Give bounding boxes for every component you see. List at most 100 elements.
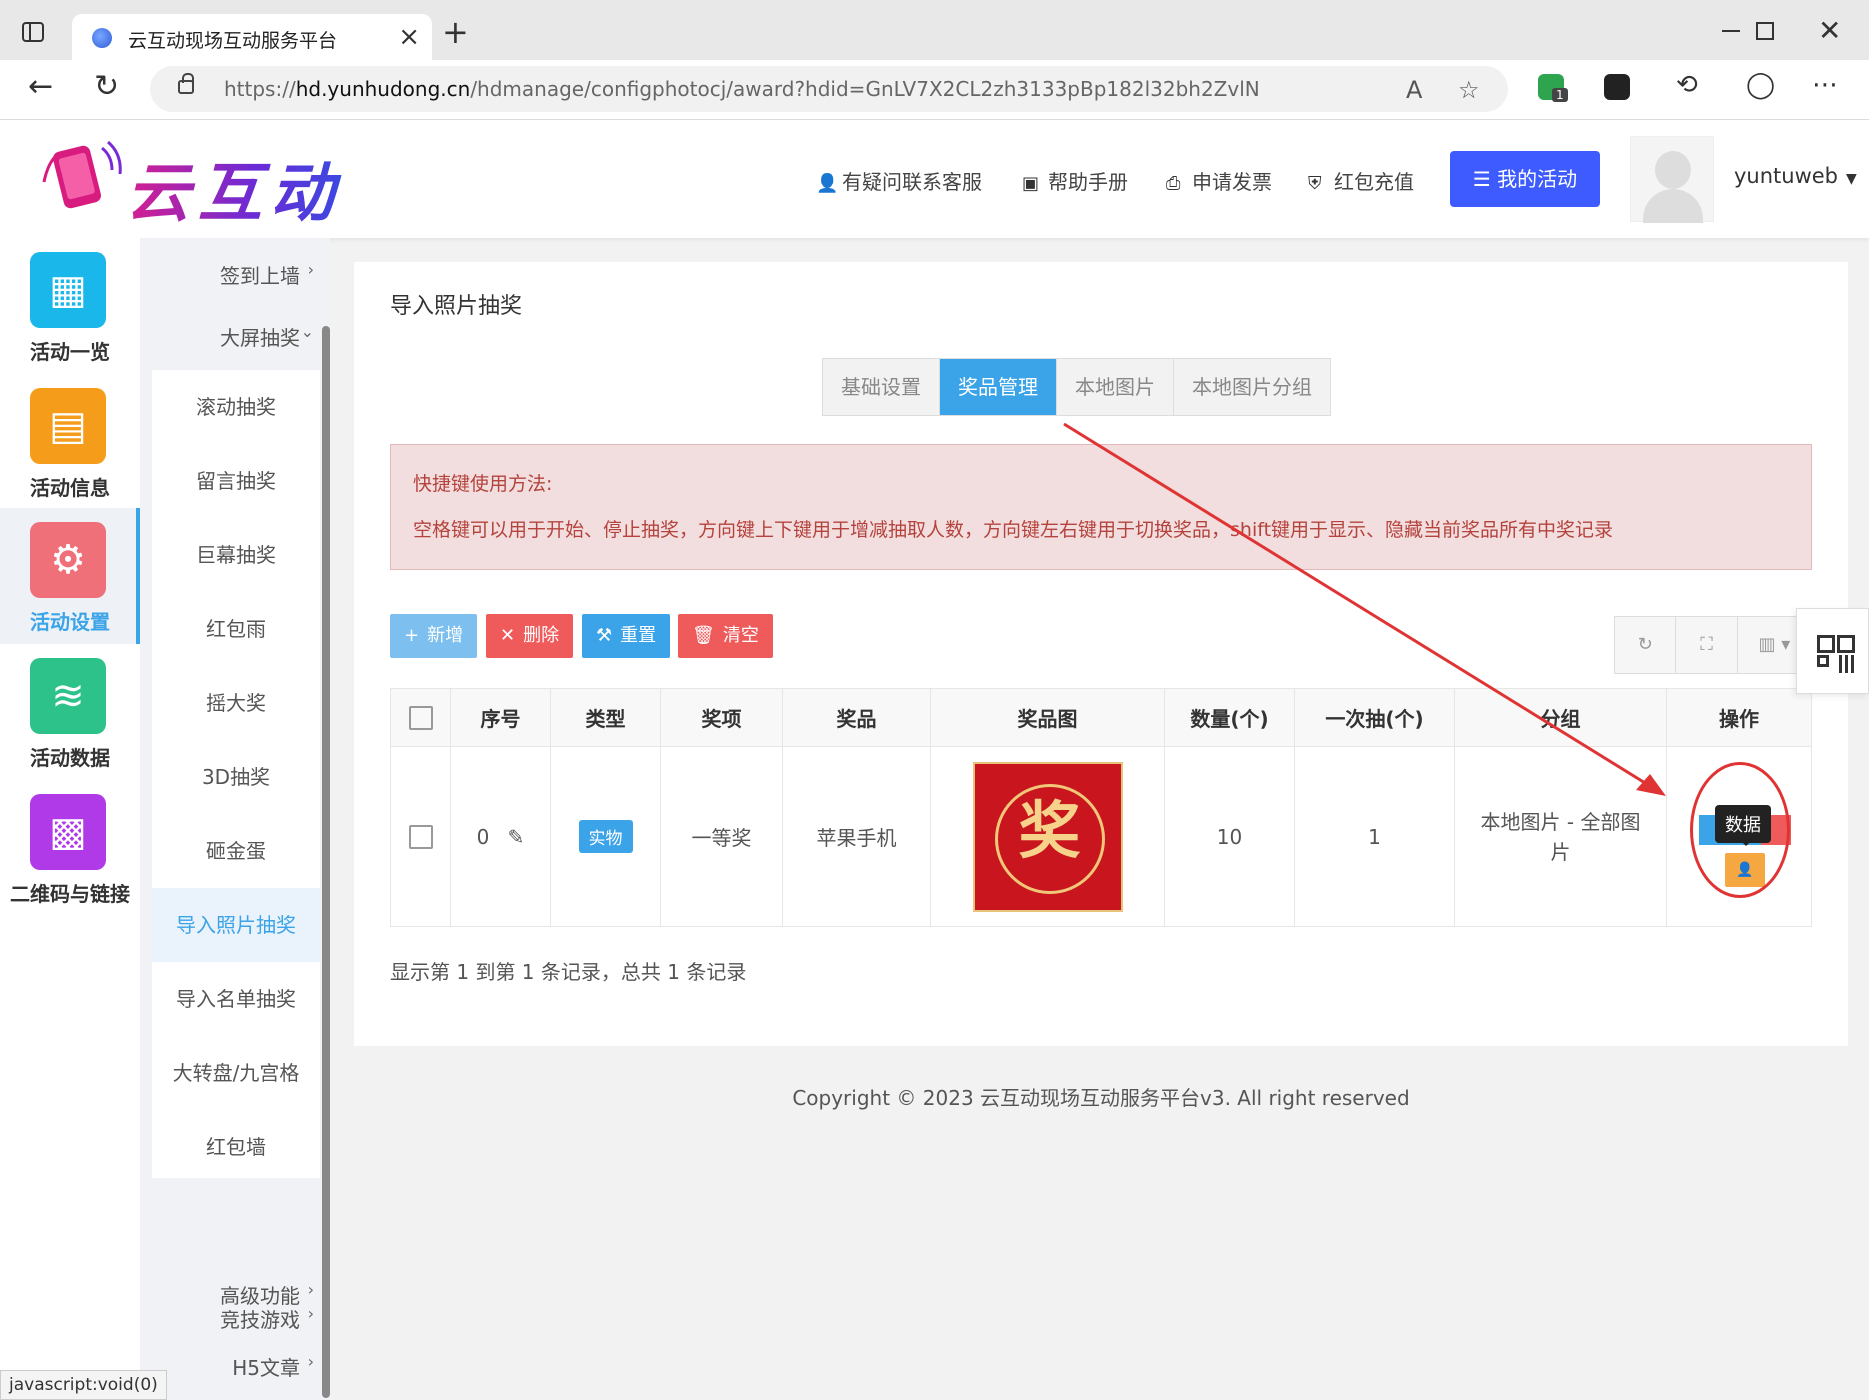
submenu-item-wheel[interactable]: 大转盘/九宫格 bbox=[152, 1036, 320, 1110]
sidebar-item-data[interactable]: ≋ 活动数据 bbox=[0, 644, 140, 780]
submenu-group-advanced[interactable]: 高级功能 › bbox=[150, 1258, 320, 1332]
footer-copyright: Copyright © 2023 云互动现场互动服务平台v3. All righ… bbox=[792, 1086, 1410, 1110]
qrcode-icon: ▩ bbox=[30, 794, 106, 870]
col-per-draw[interactable]: 一次抽(个) bbox=[1294, 688, 1455, 747]
grid-icon: ▦ bbox=[30, 252, 106, 328]
refresh-table-icon[interactable]: ↻ bbox=[1615, 617, 1677, 673]
submenu-lottery-panel: 滚动抽奖 留言抽奖 巨幕抽奖 红包雨 摇大奖 3D抽奖 砸金蛋 导入照片抽奖 导… bbox=[152, 370, 320, 1178]
submenu-item-scroll[interactable]: 滚动抽奖 bbox=[152, 370, 320, 444]
select-all-checkbox[interactable] bbox=[408, 706, 433, 731]
logo-text: 云互动 bbox=[126, 142, 342, 234]
times-icon: ✕ bbox=[500, 625, 516, 646]
extension-shield-icon[interactable]: 1 bbox=[1538, 74, 1568, 102]
page-title: 导入照片抽奖 bbox=[390, 294, 523, 319]
sidebar-item-settings[interactable]: ⚙ 活动设置 bbox=[0, 508, 140, 644]
contact-support-link[interactable]: 👤 有疑问联系客服 bbox=[816, 166, 982, 195]
tab-prize-management[interactable]: 奖品管理 bbox=[940, 359, 1057, 415]
clear-button[interactable]: 🗑 清空 bbox=[678, 614, 773, 658]
address-bar: ← ↻ https://hd.yunhudong.cn/hdmanage/con… bbox=[0, 60, 1869, 120]
tab-image-groups[interactable]: 本地图片分组 bbox=[1174, 359, 1330, 415]
help-manual-link[interactable]: ▣ 帮助手册 bbox=[1022, 166, 1128, 195]
col-image[interactable]: 奖品图 bbox=[930, 688, 1165, 747]
url-input[interactable]: https://hd.yunhudong.cn/hdmanage/configp… bbox=[150, 66, 1508, 112]
prize-image[interactable]: 奖 bbox=[972, 761, 1123, 912]
apply-invoice-link[interactable]: ⎙ 申请发票 bbox=[1166, 166, 1272, 195]
sidebar-item-info[interactable]: ▤ 活动信息 bbox=[0, 374, 140, 510]
submenu-group-h5[interactable]: H5文章 › bbox=[150, 1330, 320, 1400]
submenu-group-lottery[interactable]: 大屏抽奖 ⌄ bbox=[150, 300, 320, 374]
more-menu-icon[interactable]: ⋯ bbox=[1812, 72, 1838, 98]
fullscreen-icon[interactable]: ⛶ bbox=[1676, 617, 1738, 673]
history-icon[interactable]: ⟲ bbox=[1676, 72, 1698, 98]
add-button[interactable]: + 新增 bbox=[390, 614, 478, 658]
submenu-item-giant[interactable]: 巨幕抽奖 bbox=[152, 518, 320, 592]
window-close-icon[interactable]: ✕ bbox=[1818, 14, 1841, 47]
col-actions: 操作 bbox=[1666, 688, 1812, 747]
shield-check-icon: ⛨ bbox=[1308, 173, 1322, 194]
chevron-down-icon: ⌄ bbox=[300, 322, 314, 341]
col-index[interactable]: 序号 bbox=[450, 688, 551, 747]
col-level[interactable]: 奖项 bbox=[660, 688, 783, 747]
logo-phone-icon bbox=[42, 140, 122, 209]
tab-basic-settings[interactable]: 基础设置 bbox=[823, 359, 940, 415]
type-badge: 实物 bbox=[578, 820, 633, 853]
gavel-icon: ⚒ bbox=[596, 625, 613, 646]
extension-icon[interactable] bbox=[1604, 74, 1630, 100]
redpacket-recharge-link[interactable]: ⛨ 红包充值 bbox=[1308, 166, 1414, 195]
avatar[interactable] bbox=[1630, 136, 1714, 223]
refresh-icon[interactable]: ↻ bbox=[94, 72, 119, 102]
profile-icon[interactable]: ◯ bbox=[1746, 72, 1775, 98]
trash-icon: 🗑 bbox=[692, 625, 715, 646]
col-prize[interactable]: 奖品 bbox=[782, 688, 931, 747]
delete-button[interactable]: ✕ 删除 bbox=[486, 614, 574, 658]
tab-actions-icon[interactable] bbox=[22, 22, 44, 42]
submenu-item-message[interactable]: 留言抽奖 bbox=[152, 444, 320, 518]
tab-title: 云互动现场互动服务平台 bbox=[128, 30, 338, 52]
col-quantity[interactable]: 数量(个) bbox=[1164, 688, 1295, 747]
list-icon: ☰ bbox=[1472, 167, 1498, 191]
chevron-right-icon: › bbox=[307, 1352, 314, 1371]
qrcode-float-button[interactable] bbox=[1796, 608, 1869, 694]
sidebar-item-overview[interactable]: ▦ 活动一览 bbox=[0, 238, 140, 374]
row-image-cell: 奖 bbox=[930, 746, 1165, 927]
row-type-cell: 实物 bbox=[550, 746, 661, 927]
maximize-icon[interactable] bbox=[1756, 22, 1774, 40]
browser-tab[interactable]: 云互动现场互动服务平台 × bbox=[72, 14, 432, 60]
reset-button[interactable]: ⚒ 重置 bbox=[582, 614, 671, 658]
new-tab-icon[interactable]: + bbox=[442, 16, 469, 48]
minimize-icon[interactable] bbox=[1722, 30, 1740, 32]
submenu-item-photo-lottery[interactable]: 导入照片抽奖 bbox=[152, 888, 320, 962]
back-icon[interactable]: ← bbox=[28, 72, 53, 102]
my-activity-button[interactable]: ☰ 我的活动 bbox=[1450, 151, 1600, 207]
row-select-cell bbox=[390, 746, 451, 927]
submenu-item-golden-egg[interactable]: 砸金蛋 bbox=[152, 814, 320, 888]
pencil-icon[interactable]: ✎ bbox=[508, 825, 525, 849]
submenu-item-redpacket-wall[interactable]: 红包墙 bbox=[152, 1110, 320, 1184]
lock-icon bbox=[178, 73, 194, 94]
favorite-add-icon[interactable]: ☆ bbox=[1458, 76, 1480, 104]
submenu-scrollbar[interactable] bbox=[322, 326, 330, 1398]
url-text: https://hd.yunhudong.cn/hdmanage/configp… bbox=[224, 77, 1260, 101]
submenu-item-list-lottery[interactable]: 导入名单抽奖 bbox=[152, 962, 320, 1036]
shortcut-notice: 快捷键使用方法: 空格键可以用于开始、停止抽奖，方向键上下键用于增减抽取人数，方… bbox=[390, 444, 1812, 570]
favicon-icon bbox=[92, 28, 112, 48]
chevron-right-icon: › bbox=[307, 260, 314, 279]
tab-local-images[interactable]: 本地图片 bbox=[1057, 359, 1174, 415]
col-type[interactable]: 类型 bbox=[550, 688, 661, 747]
prize-table: 序号 类型 奖项 奖品 奖品图 数量(个) 一次抽(个) 分组 操作 0 ✎ 实… bbox=[390, 688, 1812, 927]
table-toolbar: ↻ ⛶ ▥ ▾ bbox=[1614, 616, 1812, 674]
col-group[interactable]: 分组 bbox=[1454, 688, 1667, 747]
plus-icon: + bbox=[404, 625, 420, 646]
user-menu[interactable]: yuntuweb ▼ bbox=[1734, 164, 1857, 188]
table-row: 0 ✎ 实物 一等奖 苹果手机 奖 10 1 本地图片 - 全部图片 👤 数据 bbox=[390, 746, 1812, 927]
submenu-item-3d[interactable]: 3D抽奖 bbox=[152, 740, 320, 814]
row-per-draw-cell: 1 bbox=[1294, 746, 1455, 927]
browser-status-bar: javascript:void(0) bbox=[0, 1370, 167, 1400]
sidebar-item-qrcode[interactable]: ▩ 二维码与链接 bbox=[0, 780, 140, 916]
submenu-item-shake[interactable]: 摇大奖 bbox=[152, 666, 320, 740]
submenu-item-redpacket-rain[interactable]: 红包雨 bbox=[152, 592, 320, 666]
close-tab-icon[interactable]: × bbox=[398, 22, 420, 52]
read-aloud-icon[interactable]: A bbox=[1406, 76, 1422, 104]
row-checkbox[interactable] bbox=[408, 825, 433, 850]
document-icon: ▤ bbox=[30, 388, 106, 464]
